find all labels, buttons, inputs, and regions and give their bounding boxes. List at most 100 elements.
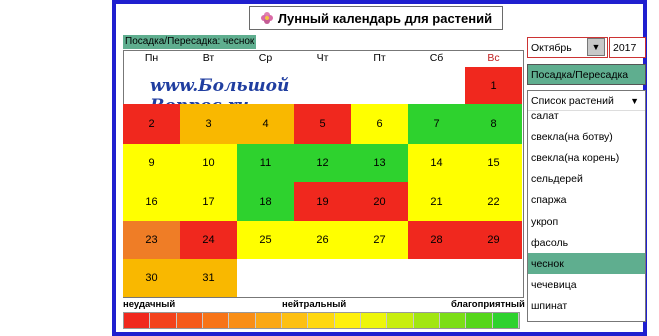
- calendar-day-cell[interactable]: 11: [237, 144, 294, 182]
- calendar-day-cell[interactable]: 12: [294, 144, 351, 182]
- flower-icon: [260, 12, 273, 24]
- weekday-label: Сб: [429, 52, 444, 64]
- legend-gradient-segment: [176, 313, 203, 328]
- calendar-day-number: 17: [202, 195, 215, 208]
- calendar-day-number: 4: [262, 118, 269, 130]
- month-select-value: Октябрь: [531, 41, 572, 54]
- calendar-day-cell[interactable]: 8: [465, 104, 522, 144]
- calendar-day-cell[interactable]: 14: [408, 144, 465, 182]
- legend-gradient-segment: [413, 313, 440, 328]
- calendar-day-number: 15: [487, 157, 500, 169]
- calendar-day-cell[interactable]: 22: [465, 182, 522, 221]
- calendar-day-cell[interactable]: 3: [180, 104, 237, 144]
- plant-list-item[interactable]: чеснок: [528, 253, 645, 275]
- calendar-day-number: 7: [433, 118, 440, 130]
- plant-list-item[interactable]: укроп: [528, 211, 645, 232]
- legend-gradient-segment: [124, 313, 151, 328]
- calendar-day-cell[interactable]: 27: [351, 221, 408, 259]
- calendar-day-number: 9: [148, 157, 155, 169]
- calendar-day-number: 18: [259, 195, 272, 208]
- calendar-day-cell[interactable]: 21: [408, 182, 465, 221]
- calendar-day-number: 8: [490, 118, 497, 130]
- calendar-day-cell[interactable]: 28: [408, 221, 465, 259]
- calendar-day-number: 22: [487, 195, 500, 208]
- plant-list[interactable]: Список растений ▼ салат свекла(на ботву) с…: [527, 90, 646, 322]
- weekday-label: Вт: [202, 52, 215, 64]
- current-selection-label: Посадка/Пересадка: чеснок: [123, 35, 257, 49]
- calendar-day-number: 29: [487, 234, 500, 246]
- calendar-day-number: 5: [319, 118, 326, 130]
- weekday-label: Ср: [258, 52, 273, 64]
- calendar-day-cell[interactable]: 29: [465, 221, 522, 259]
- weekday-label: Пн: [144, 52, 159, 64]
- app-title-box: Лунный календарь для растений: [249, 6, 503, 30]
- calendar-day-number: 28: [430, 234, 443, 246]
- calendar-day-cell[interactable]: 24: [180, 221, 237, 259]
- weekday-label: Пт: [373, 52, 386, 64]
- plant-list-item[interactable]: сельдерей: [528, 169, 645, 190]
- legend-gradient-segment: [281, 313, 309, 328]
- chevron-down-icon: ▼: [630, 95, 639, 106]
- calendar-day-number: 25: [259, 234, 272, 246]
- calendar-day-number: 2: [148, 118, 155, 130]
- legend-gradient-segment: [150, 313, 177, 328]
- plant-list-item[interactable]: чечевица: [528, 275, 645, 296]
- calendar-day-cell[interactable]: 2: [123, 104, 180, 144]
- plant-list-item[interactable]: спаржа: [528, 190, 645, 211]
- calendar-day-cell[interactable]: 9: [123, 144, 180, 182]
- weekday-label: Вс: [487, 52, 500, 64]
- calendar-day-number: 20: [373, 195, 386, 208]
- calendar-day-number: 3: [205, 118, 212, 130]
- calendar-day-cell[interactable]: 30: [123, 259, 180, 297]
- calendar-day-cell[interactable]: 16: [123, 182, 180, 221]
- legend-gradient-segment: [334, 313, 361, 328]
- legend-gradient-segment: [308, 313, 335, 328]
- calendar-day-cell[interactable]: 23: [123, 221, 180, 259]
- plant-list-item[interactable]: салат: [528, 105, 645, 126]
- weekday-label: Чт: [316, 52, 329, 64]
- watermark-text: www.Большой Вопрос.ru: [150, 76, 290, 116]
- calendar-day-number: 11: [259, 157, 272, 169]
- calendar-day-number: 24: [202, 234, 215, 246]
- legend-good-label: благоприятный: [451, 299, 525, 310]
- calendar-day-number: 23: [145, 234, 158, 246]
- plant-list-item[interactable]: фасоль: [528, 232, 645, 253]
- action-select-value: Посадка/Пересадка: [531, 68, 629, 81]
- calendar-day-cell[interactable]: 26: [294, 221, 351, 259]
- calendar-day-number: 10: [202, 157, 215, 169]
- calendar-day-cell[interactable]: 18: [237, 182, 294, 221]
- calendar-day-cell[interactable]: 7: [408, 104, 465, 144]
- calendar-day-cell[interactable]: 4: [237, 104, 294, 144]
- legend-gradient-segment: [466, 313, 493, 328]
- calendar-day-cell[interactable]: 6: [351, 104, 408, 144]
- calendar-day-number: 21: [430, 195, 443, 208]
- calendar-day-number: 19: [316, 195, 329, 208]
- calendar-day-cell[interactable]: 1: [465, 67, 522, 104]
- legend-gradient-segment: [387, 313, 414, 328]
- calendar-day-cell[interactable]: 13: [351, 144, 408, 182]
- legend-gradient-segment: [229, 313, 256, 328]
- year-field[interactable]: 2017: [609, 37, 646, 58]
- calendar-day-cell[interactable]: 17: [180, 182, 237, 221]
- plant-list-item[interactable]: свекла(на ботву): [528, 126, 645, 147]
- calendar-day-cell[interactable]: 19: [294, 182, 351, 221]
- legend-gradient-segment: [202, 313, 230, 328]
- legend-gradient-bar: [123, 312, 520, 329]
- legend-gradient-segment: [439, 313, 467, 328]
- legend-bad-label: неудачный: [123, 299, 176, 310]
- calendar-day-cell[interactable]: 10: [180, 144, 237, 182]
- month-dropdown-button[interactable]: ▼: [587, 38, 605, 56]
- calendar-day-cell[interactable]: 20: [351, 182, 408, 221]
- calendar-day-cell[interactable]: 5: [294, 104, 351, 144]
- legend-gradient-segment: [255, 313, 282, 328]
- plant-list-item[interactable]: шпинат: [528, 296, 645, 317]
- action-select[interactable]: Посадка/Пересадка: [527, 64, 646, 85]
- calendar-day-number: 1: [490, 79, 497, 92]
- plant-list-item[interactable]: свекла(на корень): [528, 147, 645, 168]
- calendar-day-cell[interactable]: 15: [465, 144, 522, 182]
- calendar-day-number: 26: [316, 234, 329, 246]
- calendar-day-number: 14: [430, 157, 443, 169]
- year-field-value: 2017: [613, 41, 637, 54]
- calendar-day-cell[interactable]: 31: [180, 259, 237, 297]
- calendar-day-cell[interactable]: 25: [237, 221, 294, 259]
